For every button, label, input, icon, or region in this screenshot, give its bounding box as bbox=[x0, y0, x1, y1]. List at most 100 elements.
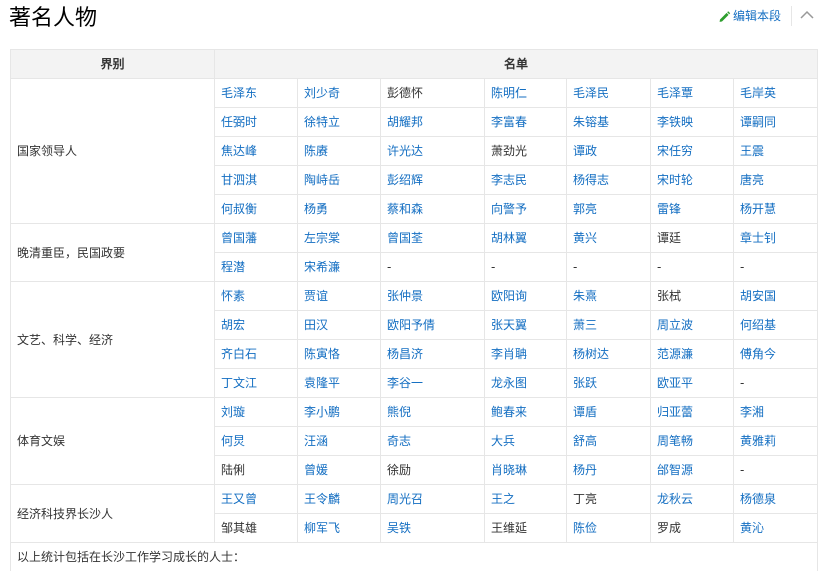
person-link[interactable]: 周光召 bbox=[387, 492, 423, 506]
person-link[interactable]: 黄沁 bbox=[740, 521, 764, 535]
person-link[interactable]: 龙永图 bbox=[491, 376, 527, 390]
person-link[interactable]: 张跃 bbox=[573, 376, 597, 390]
person-link[interactable]: 欧阳询 bbox=[491, 289, 527, 303]
person-link[interactable]: 杨得志 bbox=[573, 173, 609, 187]
person-link[interactable]: 丁文江 bbox=[221, 376, 257, 390]
person-link[interactable]: 刘璇 bbox=[221, 405, 245, 419]
person-link[interactable]: 杨勇 bbox=[304, 202, 328, 216]
person-link[interactable]: 怀素 bbox=[221, 289, 245, 303]
person-link[interactable]: 何炅 bbox=[221, 434, 245, 448]
person-link[interactable]: 袁隆平 bbox=[304, 376, 340, 390]
person-link[interactable]: 范源濂 bbox=[657, 347, 693, 361]
person-link[interactable]: 李志民 bbox=[491, 173, 527, 187]
person-link[interactable]: 何叔衡 bbox=[221, 202, 257, 216]
person-link[interactable]: 舒高 bbox=[573, 434, 597, 448]
person-link[interactable]: 曾国荃 bbox=[387, 231, 423, 245]
person-link[interactable]: 章士钊 bbox=[740, 231, 776, 245]
person-link[interactable]: 宋希濂 bbox=[304, 260, 340, 274]
person-link[interactable]: 曾国藩 bbox=[221, 231, 257, 245]
person-link[interactable]: 贾谊 bbox=[304, 289, 328, 303]
person-link[interactable]: 王令麟 bbox=[304, 492, 340, 506]
person-link[interactable]: 朱镕基 bbox=[573, 115, 609, 129]
person-link[interactable]: 胡安国 bbox=[740, 289, 776, 303]
person-link[interactable]: 许光达 bbox=[387, 144, 423, 158]
person-link[interactable]: 甘泗淇 bbox=[221, 173, 257, 187]
person-link[interactable]: 徐特立 bbox=[304, 115, 340, 129]
person-link[interactable]: 向警予 bbox=[491, 202, 527, 216]
person-link[interactable]: 李肖聃 bbox=[491, 347, 527, 361]
person-link[interactable]: 黄雅莉 bbox=[740, 434, 776, 448]
person-link[interactable]: 黄兴 bbox=[573, 231, 597, 245]
person-link[interactable]: 毛泽覃 bbox=[657, 86, 693, 100]
person-link[interactable]: 曾媛 bbox=[304, 463, 328, 477]
person-link[interactable]: 杨丹 bbox=[573, 463, 597, 477]
person-link[interactable]: 程潜 bbox=[221, 260, 245, 274]
person-link[interactable]: 欧阳予倩 bbox=[387, 318, 435, 332]
person-link[interactable]: 杨树达 bbox=[573, 347, 609, 361]
collapse-button[interactable] bbox=[797, 7, 817, 23]
person-link[interactable]: 张仲景 bbox=[387, 289, 423, 303]
person-link[interactable]: 王震 bbox=[740, 144, 764, 158]
person-link[interactable]: 宋时轮 bbox=[657, 173, 693, 187]
person-link[interactable]: 陈俭 bbox=[573, 521, 597, 535]
person-link[interactable]: 李湘 bbox=[740, 405, 764, 419]
person-link[interactable]: 谭嗣同 bbox=[740, 115, 776, 129]
person-link[interactable]: 焦达峰 bbox=[221, 144, 257, 158]
person-link[interactable]: 毛泽民 bbox=[573, 86, 609, 100]
person-link[interactable]: 李小鹏 bbox=[304, 405, 340, 419]
person-link[interactable]: 任弼时 bbox=[221, 115, 257, 129]
person-link[interactable]: 胡宏 bbox=[221, 318, 245, 332]
person-link[interactable]: 唐亮 bbox=[740, 173, 764, 187]
person-link[interactable]: 鲍春来 bbox=[491, 405, 527, 419]
person-link[interactable]: 左宗棠 bbox=[304, 231, 340, 245]
person-link[interactable]: 归亚蕾 bbox=[657, 405, 693, 419]
person-link[interactable]: 刘少奇 bbox=[304, 86, 340, 100]
person-link[interactable]: 陶峙岳 bbox=[304, 173, 340, 187]
person-link[interactable]: 柳军飞 bbox=[304, 521, 340, 535]
person-link[interactable]: 欧亚平 bbox=[657, 376, 693, 390]
person-link[interactable]: 谭政 bbox=[573, 144, 597, 158]
person-link[interactable]: 李铁映 bbox=[657, 115, 693, 129]
person-link[interactable]: 朱熹 bbox=[573, 289, 597, 303]
person-link[interactable]: 毛泽东 bbox=[221, 86, 257, 100]
person-link[interactable]: 张天翼 bbox=[491, 318, 527, 332]
person-cell: 周光召 bbox=[380, 484, 485, 514]
person-link[interactable]: 杨昌济 bbox=[387, 347, 423, 361]
person-link[interactable]: 何绍基 bbox=[740, 318, 776, 332]
category-cell: 经济科技界长沙人 bbox=[10, 484, 215, 543]
person-link[interactable]: 龙秋云 bbox=[657, 492, 693, 506]
person-link[interactable]: 吴铁 bbox=[387, 521, 411, 535]
person-link[interactable]: 齐白石 bbox=[221, 347, 257, 361]
person-link[interactable]: 宋任穷 bbox=[657, 144, 693, 158]
person-link[interactable]: 熊倪 bbox=[387, 405, 411, 419]
person-link[interactable]: 杨德泉 bbox=[740, 492, 776, 506]
person-link[interactable]: 杨开慧 bbox=[740, 202, 776, 216]
person-link[interactable]: 肖晓琳 bbox=[491, 463, 527, 477]
person-link[interactable]: 李谷一 bbox=[387, 376, 423, 390]
person-link[interactable]: 陈赓 bbox=[304, 144, 328, 158]
person-link[interactable]: 田汉 bbox=[304, 318, 328, 332]
person-link[interactable]: 郭亮 bbox=[573, 202, 597, 216]
person-link[interactable]: 胡耀邦 bbox=[387, 115, 423, 129]
person-link[interactable]: 陈寅恪 bbox=[304, 347, 340, 361]
person-link[interactable]: 雷锋 bbox=[657, 202, 681, 216]
person-link[interactable]: 胡林翼 bbox=[491, 231, 527, 245]
person-link[interactable]: 蔡和森 bbox=[387, 202, 423, 216]
person-link[interactable]: 王又曾 bbox=[221, 492, 257, 506]
person-link[interactable]: 谭盾 bbox=[573, 405, 597, 419]
person-link[interactable]: 周立波 bbox=[657, 318, 693, 332]
edit-section-link[interactable]: 编辑本段 bbox=[718, 8, 781, 24]
person-link[interactable]: 陈明仁 bbox=[491, 86, 527, 100]
person-name: 丁亮 bbox=[573, 492, 598, 506]
person-link[interactable]: 萧三 bbox=[573, 318, 597, 332]
person-link[interactable]: 周笔畅 bbox=[657, 434, 693, 448]
person-link[interactable]: 大兵 bbox=[491, 434, 515, 448]
person-link[interactable]: 彭绍辉 bbox=[387, 173, 423, 187]
person-link[interactable]: 傅角今 bbox=[740, 347, 776, 361]
person-link[interactable]: 李富春 bbox=[491, 115, 527, 129]
person-link[interactable]: 邰智源 bbox=[657, 463, 693, 477]
person-link[interactable]: 毛岸英 bbox=[740, 86, 776, 100]
person-link[interactable]: 汪涵 bbox=[304, 434, 328, 448]
person-link[interactable]: 奇志 bbox=[387, 434, 411, 448]
person-link[interactable]: 王之 bbox=[491, 492, 515, 506]
